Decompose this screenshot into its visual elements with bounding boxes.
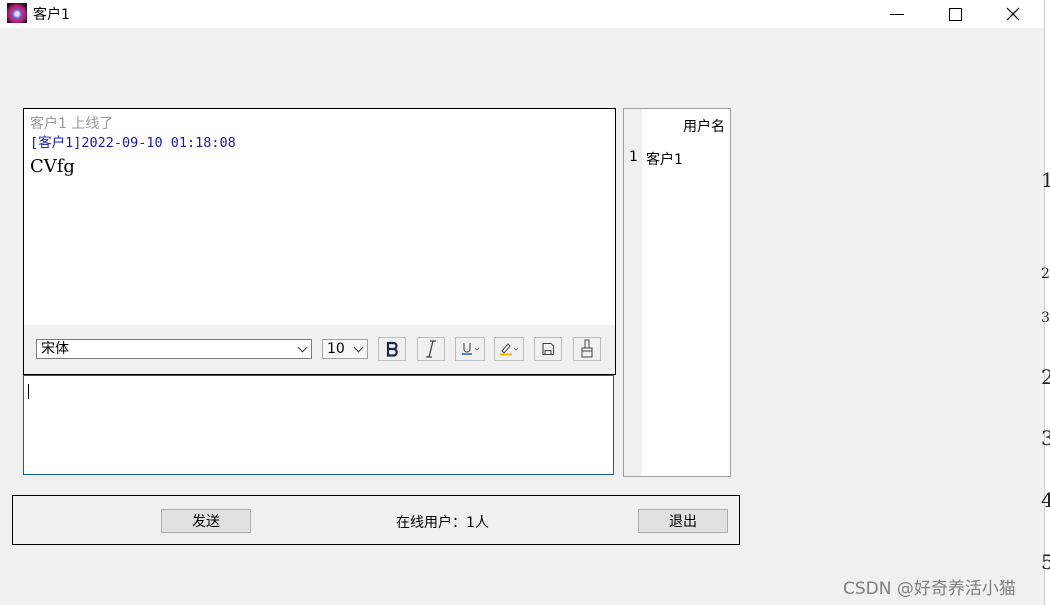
background-glyph: 3 [1041, 426, 1050, 450]
highlighter-icon [500, 343, 519, 356]
format-toolbar: 宋体 10 [23, 325, 616, 375]
clear-button[interactable] [573, 337, 601, 361]
bold-icon [386, 341, 398, 357]
chat-display[interactable]: 客户1 上线了 [客户1]2022-09-10 01:18:08 CVfg [23, 108, 616, 327]
font-family-value: 宋体 [41, 341, 69, 357]
italic-button[interactable] [417, 337, 445, 361]
message-input[interactable] [23, 375, 614, 475]
watermark: CSDN @好奇养活小猫 [843, 579, 1016, 599]
close-button[interactable] [984, 0, 1042, 28]
message-body: CVfg [30, 156, 75, 177]
background-glyph: 5 [1041, 550, 1050, 574]
exit-button[interactable]: 退出 [638, 509, 728, 533]
font-family-select[interactable]: 宋体 [36, 339, 312, 359]
minimize-icon [890, 13, 904, 15]
font-size-select[interactable]: 10 [322, 339, 368, 359]
text-caret [28, 384, 29, 399]
background-glyph: 1 [1041, 168, 1050, 192]
font-size-value: 10 [327, 341, 345, 357]
underline-icon [462, 343, 480, 355]
system-message: 客户1 上线了 [30, 116, 114, 132]
background-window-edge [1044, 0, 1050, 605]
chevron-down-icon [353, 342, 364, 353]
app-icon [7, 3, 27, 23]
online-user-count: 在线用户：1人 [396, 515, 489, 531]
bold-button[interactable] [378, 337, 406, 361]
background-glyph: 2 [1041, 365, 1050, 389]
background-glyph: 4 [1041, 488, 1050, 512]
window-title: 客户1 [33, 7, 70, 23]
save-button[interactable] [534, 337, 562, 361]
user-list[interactable]: 用户名 1 客户1 [623, 108, 731, 477]
background-glyph: 3 [1041, 310, 1050, 326]
background-glyph: 2 [1041, 266, 1050, 282]
user-row-name[interactable]: 客户1 [646, 149, 683, 169]
user-list-header: 用户名 [683, 119, 725, 135]
minimize-button[interactable] [868, 0, 926, 28]
maximize-icon [948, 7, 962, 21]
brush-icon [581, 339, 593, 358]
text-color-button[interactable] [494, 337, 524, 361]
title-bar[interactable]: 客户1 [0, 0, 1044, 28]
chevron-down-icon [297, 342, 308, 353]
close-icon [1006, 7, 1020, 21]
bottom-panel: 发送 在线用户：1人 退出 [12, 495, 740, 545]
message-header: [客户1]2022-09-10 01:18:08 [30, 135, 236, 151]
underline-button[interactable] [455, 337, 485, 361]
save-icon [542, 342, 555, 356]
maximize-button[interactable] [926, 0, 984, 28]
italic-icon [426, 340, 436, 358]
send-button[interactable]: 发送 [161, 509, 251, 533]
user-row-number: 1 [629, 149, 638, 165]
